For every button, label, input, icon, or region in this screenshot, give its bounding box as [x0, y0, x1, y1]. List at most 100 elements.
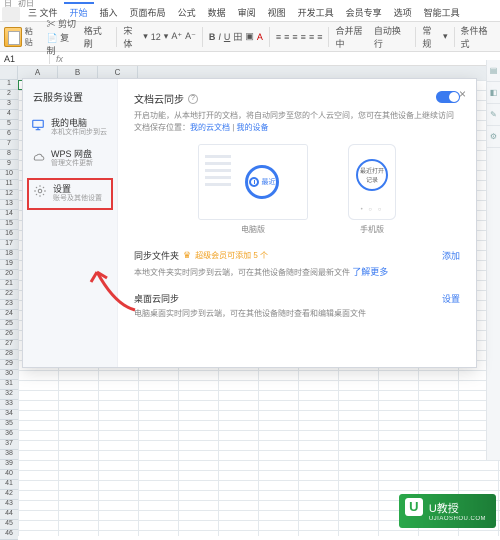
align-center-icon[interactable]: ≡	[309, 32, 314, 42]
row-header[interactable]: 27	[0, 340, 18, 350]
row-header[interactable]: 7	[0, 140, 18, 150]
number-format-select[interactable]: 常规	[422, 24, 440, 50]
row-header[interactable]: 34	[0, 410, 18, 420]
row-header[interactable]: 4	[0, 110, 18, 120]
inc-font-icon[interactable]: A⁺	[171, 31, 182, 42]
underline-icon[interactable]: U	[224, 32, 231, 42]
link-my-devices[interactable]: 我的设备	[237, 123, 269, 132]
row-header[interactable]: 24	[0, 310, 18, 320]
select-all-corner[interactable]	[0, 66, 18, 80]
dec-font-icon[interactable]: A⁻	[185, 31, 196, 42]
row-header[interactable]: 11	[0, 180, 18, 190]
row-header[interactable]: 5	[0, 120, 18, 130]
row-header[interactable]: 45	[0, 520, 18, 530]
row-header[interactable]: 16	[0, 230, 18, 240]
name-box[interactable]: A1	[0, 54, 50, 64]
row-header[interactable]: 25	[0, 320, 18, 330]
row-header[interactable]: 29	[0, 360, 18, 370]
row-header[interactable]: 30	[0, 370, 18, 380]
learn-more-link[interactable]: 了解更多	[352, 267, 388, 277]
row-header[interactable]: 19	[0, 260, 18, 270]
tab-vip[interactable]: 会员专享	[340, 4, 388, 21]
row-header[interactable]: 1	[0, 80, 18, 90]
row-header[interactable]: 2	[0, 90, 18, 100]
merge-center-button[interactable]: 合并居中	[335, 24, 370, 50]
row-headers[interactable]: 1234567891011121314151617181920212223242…	[0, 80, 18, 540]
format-painter-button[interactable]: 格式刷	[84, 24, 111, 50]
border-icon[interactable]: 田	[233, 30, 242, 43]
align-right-icon[interactable]: ≡	[317, 32, 322, 42]
fx-icon[interactable]: fx	[50, 54, 69, 64]
align-left-icon[interactable]: ≡	[301, 32, 306, 42]
row-header[interactable]: 9	[0, 160, 18, 170]
row-header[interactable]: 12	[0, 190, 18, 200]
tab-options[interactable]: 选项	[388, 4, 418, 21]
tab-formulas[interactable]: 公式	[172, 4, 202, 21]
row-header[interactable]: 33	[0, 400, 18, 410]
tab-view[interactable]: 视图	[262, 4, 292, 21]
row-header[interactable]: 26	[0, 330, 18, 340]
row-header[interactable]: 18	[0, 250, 18, 260]
cond-format-button[interactable]: 条件格式	[461, 24, 496, 50]
tab-smart[interactable]: 智能工具	[418, 4, 466, 21]
tab-dev[interactable]: 开发工具	[292, 4, 340, 21]
add-folder-link[interactable]: 添加	[442, 249, 460, 262]
row-header[interactable]: 42	[0, 490, 18, 500]
sidebar-item-settings[interactable]: 设置 账号及其他设置	[27, 178, 113, 209]
tab-data[interactable]: 数据	[202, 4, 232, 21]
row-header[interactable]: 31	[0, 380, 18, 390]
bold-icon[interactable]: B	[209, 32, 216, 42]
doc-sync-toggle[interactable]	[436, 91, 460, 103]
row-header[interactable]: 43	[0, 500, 18, 510]
app-logo-icon[interactable]	[2, 7, 20, 21]
row-header[interactable]: 6	[0, 130, 18, 140]
italic-icon[interactable]: I	[218, 32, 221, 42]
row-header[interactable]: 13	[0, 200, 18, 210]
align-bot-icon[interactable]: ≡	[292, 32, 297, 42]
row-header[interactable]: 46	[0, 530, 18, 540]
cut-button[interactable]: ✂ 剪切	[46, 17, 76, 30]
row-header[interactable]: 32	[0, 390, 18, 400]
row-header[interactable]: 35	[0, 420, 18, 430]
help-icon[interactable]: ?	[188, 94, 198, 104]
wrap-text-button[interactable]: 自动换行	[374, 24, 409, 50]
link-my-cloud-docs[interactable]: 我的云文档	[190, 123, 230, 132]
row-header[interactable]: 10	[0, 170, 18, 180]
align-top-icon[interactable]: ≡	[276, 32, 281, 42]
sidebar-item-mypc[interactable]: 我的电脑 本机文件同步到云	[23, 112, 117, 143]
tab-insert[interactable]: 插入	[94, 4, 124, 21]
row-header[interactable]: 17	[0, 240, 18, 250]
row-header[interactable]: 41	[0, 480, 18, 490]
tab-review[interactable]: 审阅	[232, 4, 262, 21]
tab-page-layout[interactable]: 页面布局	[124, 4, 172, 21]
row-header[interactable]: 44	[0, 510, 18, 520]
side-tool-icon[interactable]: ▤	[487, 60, 500, 82]
row-header[interactable]: 37	[0, 440, 18, 450]
row-header[interactable]: 20	[0, 270, 18, 280]
fill-color-icon[interactable]: ▣	[245, 31, 254, 42]
phone-recent-badge: 最近打开记录	[356, 159, 388, 191]
row-header[interactable]: 15	[0, 220, 18, 230]
row-header[interactable]: 40	[0, 470, 18, 480]
row-header[interactable]: 23	[0, 300, 18, 310]
row-header[interactable]: 39	[0, 460, 18, 470]
side-tool-icon[interactable]: ◧	[487, 82, 500, 104]
row-header[interactable]: 28	[0, 350, 18, 360]
row-header[interactable]: 36	[0, 430, 18, 440]
side-tool-icon[interactable]: ⚙	[487, 126, 500, 148]
row-header[interactable]: 38	[0, 450, 18, 460]
side-tool-icon[interactable]: ✎	[487, 104, 500, 126]
font-size-select[interactable]: 12	[151, 32, 161, 42]
row-header[interactable]: 8	[0, 150, 18, 160]
row-header[interactable]: 14	[0, 210, 18, 220]
font-color-icon[interactable]: A	[257, 32, 263, 42]
desktop-sync-settings-link[interactable]: 设置	[442, 292, 460, 305]
row-header[interactable]: 22	[0, 290, 18, 300]
font-select[interactable]: 宋体	[123, 24, 140, 50]
sidebar-item-wpsdisk[interactable]: WPS 网盘 管理文件更新	[23, 143, 117, 174]
row-header[interactable]: 21	[0, 280, 18, 290]
row-header[interactable]: 3	[0, 100, 18, 110]
align-mid-icon[interactable]: ≡	[284, 32, 289, 42]
close-icon[interactable]: ×	[459, 87, 466, 101]
paste-icon[interactable]	[4, 27, 22, 47]
